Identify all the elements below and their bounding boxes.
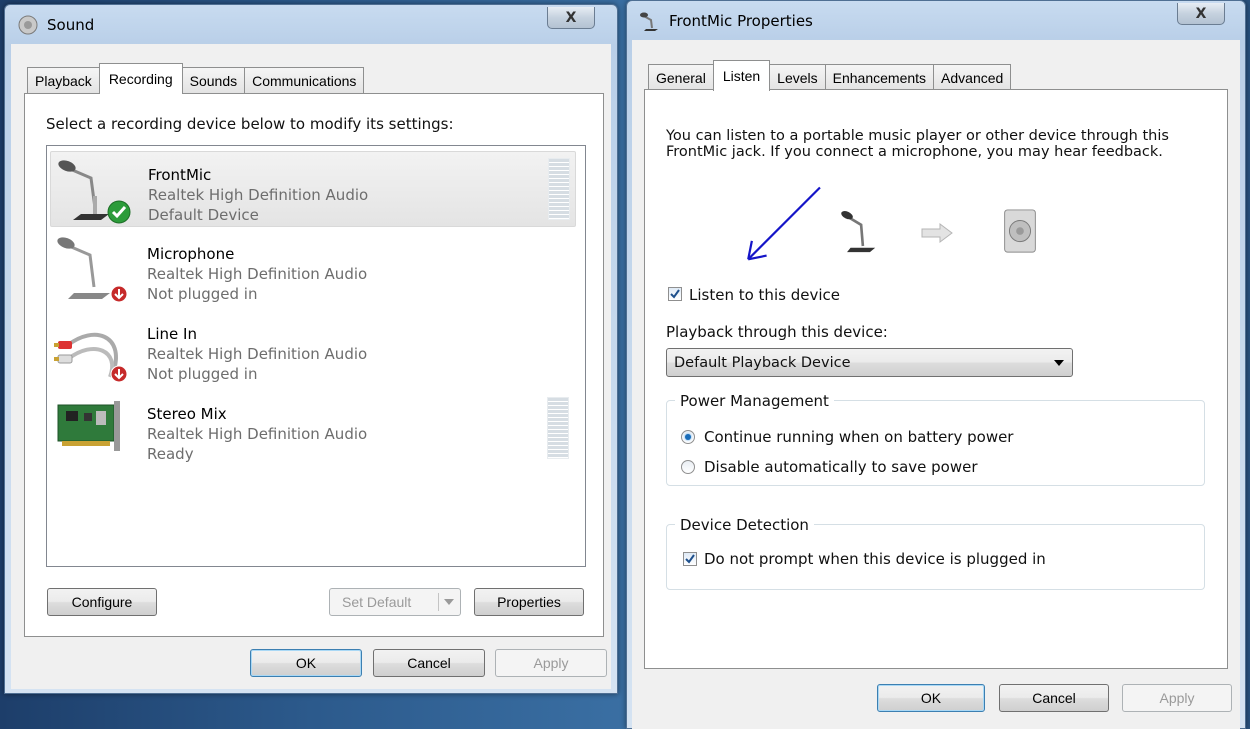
tab-listen[interactable]: Listen xyxy=(712,60,771,91)
chevron-down-icon xyxy=(1054,360,1064,366)
tab-general[interactable]: General xyxy=(648,64,714,90)
chevron-down-icon xyxy=(444,599,454,605)
unplugged-arrow-icon xyxy=(110,285,128,303)
listen-checkbox-label[interactable]: Listen to this device xyxy=(689,286,840,304)
list-item-stereo-mix[interactable]: Stereo Mix Realtek High Definition Audio… xyxy=(50,391,576,467)
device-detection-title: Device Detection xyxy=(675,516,814,534)
set-default-separator xyxy=(438,593,439,611)
set-default-label: Set Default xyxy=(342,594,412,610)
tab-recording[interactable]: Recording xyxy=(98,63,183,94)
properties-ok-button[interactable]: OK xyxy=(877,684,985,712)
list-item-line-in[interactable]: Line In Realtek High Definition Audio No… xyxy=(50,311,576,387)
radio-selected-dot xyxy=(685,434,691,440)
playback-label: Playback through this device: xyxy=(666,323,888,341)
properties-cancel-button[interactable]: Cancel xyxy=(999,684,1109,712)
tab-levels[interactable]: Levels xyxy=(769,64,826,90)
sound-card-icon xyxy=(57,401,120,451)
device-status: Not plugged in xyxy=(147,285,258,303)
list-item-microphone[interactable]: Microphone Realtek High Definition Audio… xyxy=(50,231,576,307)
tab-playback[interactable]: Playback xyxy=(27,67,100,93)
device-status: Not plugged in xyxy=(147,365,258,383)
microphone-icon xyxy=(640,12,658,31)
properties-apply-button[interactable]: Apply xyxy=(1122,684,1232,712)
sound-cancel-button[interactable]: Cancel xyxy=(373,649,485,677)
do-not-prompt-label[interactable]: Do not prompt when this device is plugge… xyxy=(704,550,1046,568)
radio-continue-running-label[interactable]: Continue running when on battery power xyxy=(704,428,1013,446)
level-meter xyxy=(548,158,570,220)
tab-advanced[interactable]: Advanced xyxy=(933,64,1012,90)
device-driver: Realtek High Definition Audio xyxy=(147,345,368,363)
properties-tabs: General Listen Levels Enhancements Advan… xyxy=(648,60,1012,91)
sound-titlebar[interactable]: Sound X xyxy=(5,5,617,45)
annotation-arrow-icon xyxy=(747,186,821,261)
properties-button[interactable]: Properties xyxy=(474,588,584,616)
playback-selected-value: Default Playback Device xyxy=(674,354,851,371)
default-check-icon xyxy=(107,200,131,224)
recording-instructions: Select a recording device below to modif… xyxy=(46,115,454,133)
recording-device-list[interactable]: FrontMic Realtek High Definition Audio D… xyxy=(46,145,586,567)
device-name: Line In xyxy=(147,325,197,343)
sound-window-title: Sound xyxy=(47,16,95,34)
configure-button[interactable]: Configure xyxy=(47,588,157,616)
device-status: Default Device xyxy=(148,206,259,224)
sound-tabs: Playback Recording Sounds Communications xyxy=(27,63,365,94)
sound-ok-button[interactable]: OK xyxy=(250,649,362,677)
device-name: FrontMic xyxy=(148,166,212,184)
tab-sounds[interactable]: Sounds xyxy=(181,67,246,93)
checkmark-icon xyxy=(670,289,680,299)
level-meter xyxy=(547,397,569,459)
sound-apply-button[interactable]: Apply xyxy=(495,649,607,677)
checkmark-icon xyxy=(685,554,695,564)
device-driver: Realtek High Definition Audio xyxy=(147,265,368,283)
arrow-right-icon xyxy=(921,223,953,243)
properties-window-title: FrontMic Properties xyxy=(669,12,813,30)
listen-description: You can listen to a portable music playe… xyxy=(666,128,1169,160)
list-item-frontmic[interactable]: FrontMic Realtek High Definition Audio D… xyxy=(50,151,576,227)
unplugged-arrow-icon xyxy=(110,365,128,383)
device-status: Ready xyxy=(147,445,194,463)
tab-communications[interactable]: Communications xyxy=(244,67,365,93)
playback-device-select[interactable]: Default Playback Device xyxy=(666,348,1073,377)
properties-close-button[interactable]: X xyxy=(1177,3,1225,25)
speaker-icon xyxy=(18,15,38,35)
listen-checkbox[interactable] xyxy=(668,287,682,301)
device-driver: Realtek High Definition Audio xyxy=(147,425,368,443)
tab-enhancements[interactable]: Enhancements xyxy=(824,64,935,90)
properties-titlebar[interactable]: FrontMic Properties X xyxy=(627,1,1245,41)
device-name: Microphone xyxy=(147,245,235,263)
do-not-prompt-checkbox[interactable] xyxy=(683,552,697,566)
device-name: Stereo Mix xyxy=(147,405,227,423)
power-management-title: Power Management xyxy=(675,392,834,410)
microphone-icon xyxy=(841,211,876,253)
device-driver: Realtek High Definition Audio xyxy=(148,186,369,204)
radio-continue-running[interactable] xyxy=(681,430,695,444)
radio-disable-automatically-label[interactable]: Disable automatically to save power xyxy=(704,458,978,476)
sound-close-button[interactable]: X xyxy=(547,7,595,29)
set-default-button[interactable]: Set Default xyxy=(329,588,461,616)
speaker-icon xyxy=(1004,209,1036,253)
radio-disable-automatically[interactable] xyxy=(681,460,695,474)
